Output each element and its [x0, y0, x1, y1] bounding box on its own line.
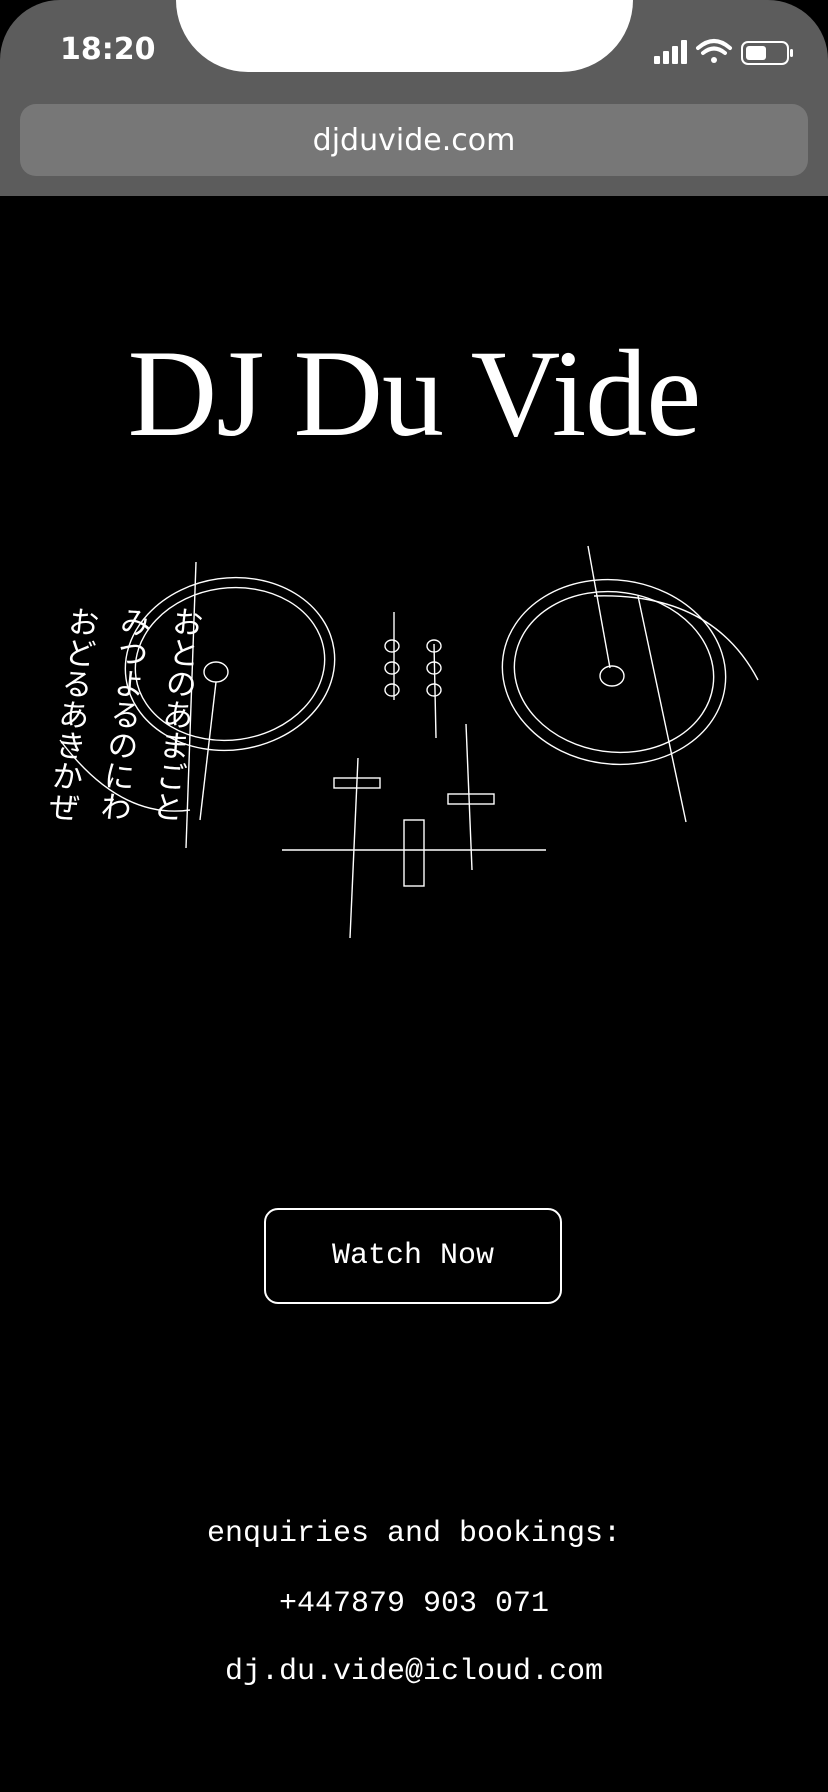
url-text: djduvide.com [312, 122, 516, 158]
poem-line: みつよるのにわ [93, 604, 152, 824]
address-bar[interactable]: djduvide.com [20, 104, 808, 176]
signal-icon [654, 40, 687, 64]
japanese-poem: おとのあまごと みつよるのにわ おどるあきかぜ [20, 604, 220, 846]
contact-phone-link[interactable]: +447879 903 071 [0, 1584, 828, 1624]
contact-email-link[interactable]: dj.du.vide@icloud.com [0, 1652, 828, 1692]
poem-line: おとのあまごと [145, 604, 204, 824]
status-bar: 18:20 djduvide.com [0, 0, 828, 196]
notch [176, 0, 633, 72]
wifi-icon [696, 39, 732, 63]
poem-line: おどるあきかぜ [41, 604, 100, 824]
contact-label: enquiries and bookings: [206, 1517, 622, 1551]
battery-icon [741, 41, 793, 65]
status-icons [654, 39, 793, 65]
status-time: 18:20 [60, 32, 156, 67]
watch-now-button[interactable]: Watch Now [264, 1208, 562, 1304]
site-title: DJ Du Vide [127, 325, 702, 462]
